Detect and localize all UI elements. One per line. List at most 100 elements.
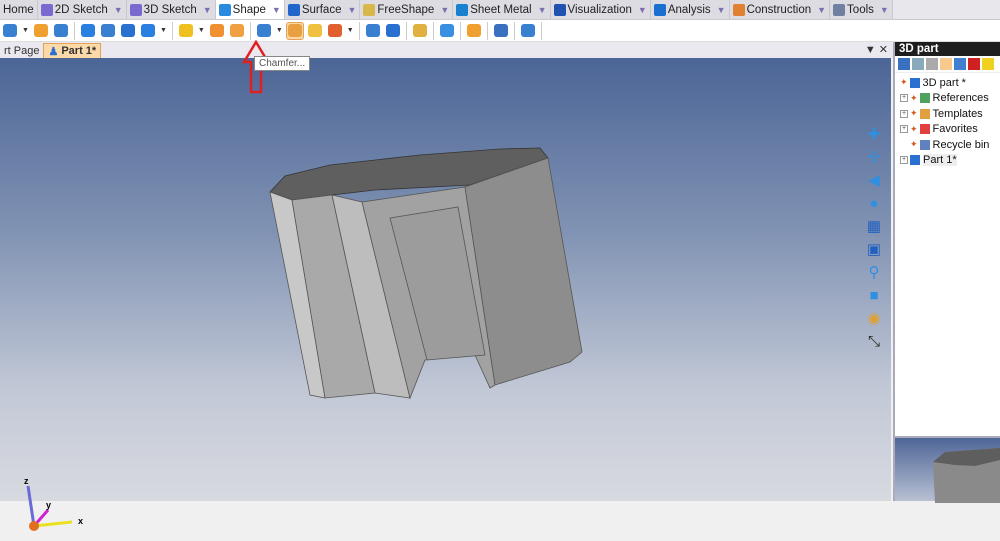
dropdown-icon[interactable]: ▼ (114, 5, 123, 15)
display-mode-icon[interactable]: ■ (863, 285, 885, 305)
feature-button[interactable] (519, 22, 537, 40)
rotate-icon[interactable]: ✢ (863, 147, 885, 167)
dropdown-icon[interactable]: ▼ (817, 5, 826, 15)
hole-button[interactable] (139, 22, 157, 40)
tab-tools[interactable]: Tools ▼ (830, 0, 893, 19)
tab-start-page[interactable]: rt Page (0, 43, 43, 58)
dropdown-icon[interactable]: ▼ (198, 27, 205, 34)
sphere-button[interactable] (177, 22, 195, 40)
expand-icon[interactable]: + (900, 94, 908, 103)
layers-icon[interactable] (954, 58, 966, 70)
tree-item-label: Recycle bin (932, 138, 990, 151)
fillet-button[interactable] (255, 22, 273, 40)
tree-item-part-1[interactable]: + Part 1* (900, 153, 1000, 169)
revolve-button[interactable] (32, 22, 50, 40)
tree-item-recycle-bin[interactable]: ✦ Recycle bin (900, 137, 1000, 153)
fillet-icon (256, 24, 271, 37)
part-tree: ✦ 3D part * + ✦ References + ✦ Templates + ✦ Favor… (895, 73, 1000, 168)
cylinder-icon (100, 24, 115, 37)
tools-icon (833, 3, 846, 16)
view-toolbar: ✚ ✢ ◀ ● ▦ ▣ ⚲ ■ ◉ ⤡ (860, 122, 888, 354)
dropdown-icon[interactable]: ▼ (272, 5, 281, 15)
tab-freeshape[interactable]: FreeShape ▼ (360, 0, 454, 19)
tab-sheet-metal[interactable]: Sheet Metal ▼ (453, 0, 551, 19)
tree-item-references[interactable]: + ✦ References (900, 91, 1000, 107)
pattern-button[interactable] (465, 22, 483, 40)
walk-icon[interactable]: ● (863, 193, 885, 213)
box-button[interactable] (79, 22, 97, 40)
pan-icon[interactable]: ✚ (863, 124, 885, 144)
dropdown-icon[interactable]: ▼ (276, 27, 283, 34)
view-layout-icon[interactable]: ▦ (863, 216, 885, 236)
hole-icon (140, 24, 155, 37)
3d-viewport[interactable]: z y x ✚ ✢ ◀ ● ▦ ▣ ⚲ ■ ◉ ⤡ (0, 40, 891, 531)
loft-button[interactable] (208, 22, 226, 40)
close-icon[interactable]: ✕ (879, 44, 888, 56)
dropdown-icon[interactable]: ▼ (538, 5, 547, 15)
tree-item-templates[interactable]: + ✦ Templates (900, 106, 1000, 122)
transform-button[interactable] (492, 22, 510, 40)
tab-label: Home (3, 3, 34, 16)
favorites-icon (919, 124, 930, 135)
dropdown-icon[interactable]: ▼ (160, 27, 167, 34)
sweep-button[interactable] (52, 22, 70, 40)
cylinder-button[interactable] (99, 22, 117, 40)
blend-button[interactable] (228, 22, 246, 40)
dropdown-icon[interactable]: ▼ (865, 44, 876, 56)
tab-part-1[interactable]: ♟ Part 1* (43, 43, 102, 58)
node-icon: ✦ (910, 108, 918, 119)
tab-construction[interactable]: Construction ▼ (729, 0, 831, 19)
toolbar-separator (432, 21, 434, 40)
shell-button[interactable] (326, 22, 344, 40)
zoom-icon[interactable]: ⚲ (863, 262, 885, 282)
color-palette-icon[interactable]: ◉ (863, 308, 885, 328)
draft-button[interactable] (306, 22, 324, 40)
flag-icon[interactable] (968, 58, 980, 70)
tab-surface[interactable]: Surface ▼ (284, 0, 361, 19)
tree-item-label: Templates (932, 107, 983, 120)
tree-icon[interactable] (912, 58, 924, 70)
tree-item-favorites[interactable]: + ✦ Favorites (900, 122, 1000, 138)
dropdown-icon[interactable]: ▼ (440, 5, 449, 15)
dropdown-icon[interactable]: ▼ (203, 5, 212, 15)
toolbar-separator (405, 21, 407, 40)
references-icon (919, 93, 930, 104)
zoom-window-icon[interactable]: ▣ (863, 239, 885, 259)
tab-3d-sketch[interactable]: 3D Sketch ▼ (126, 0, 216, 19)
sheet-metal-icon (456, 3, 469, 16)
toolbar-separator (459, 21, 461, 40)
color-button[interactable] (411, 22, 429, 40)
measure-icon[interactable]: ⤡ (863, 331, 885, 351)
tab-home[interactable]: Home (0, 0, 38, 19)
sort-icon[interactable] (940, 58, 952, 70)
shape-toolbar: ▼ ▼ ▼ ▼ ▼ (0, 20, 1000, 42)
tab-visualization[interactable]: Visualization ▼ (550, 0, 651, 19)
node-icon: ✦ (900, 77, 908, 88)
dropdown-icon[interactable]: ▼ (347, 5, 356, 15)
select-icon[interactable] (898, 58, 910, 70)
mirror-button[interactable] (438, 22, 456, 40)
tab-analysis[interactable]: Analysis ▼ (650, 0, 730, 19)
tree-item-3d-part[interactable]: ✦ 3D part * (900, 75, 1000, 91)
expand-icon[interactable]: + (900, 125, 908, 134)
extrude-button[interactable] (1, 22, 19, 40)
warning-icon[interactable] (982, 58, 994, 70)
boolean-button[interactable] (364, 22, 382, 40)
dropdown-icon[interactable]: ▼ (22, 27, 29, 34)
tab-shape[interactable]: Shape ▼ (215, 0, 285, 19)
dropdown-icon[interactable]: ▼ (880, 5, 889, 15)
camera-icon[interactable]: ◀ (863, 170, 885, 190)
feature-icon (520, 24, 535, 37)
thread-button[interactable] (384, 22, 402, 40)
pipe-button[interactable] (119, 22, 137, 40)
dropdown-icon[interactable]: ▼ (347, 27, 354, 34)
delete-icon[interactable] (926, 58, 938, 70)
chamfer-button[interactable] (285, 21, 304, 40)
dropdown-icon[interactable]: ▼ (638, 5, 647, 15)
tab-2d-sketch[interactable]: 2D Sketch ▼ (37, 0, 127, 19)
pipe-icon (120, 24, 135, 37)
tab-label: Sheet Metal (470, 3, 532, 16)
expand-icon[interactable]: + (900, 156, 908, 165)
expand-icon[interactable]: + (900, 109, 908, 118)
dropdown-icon[interactable]: ▼ (717, 5, 726, 15)
